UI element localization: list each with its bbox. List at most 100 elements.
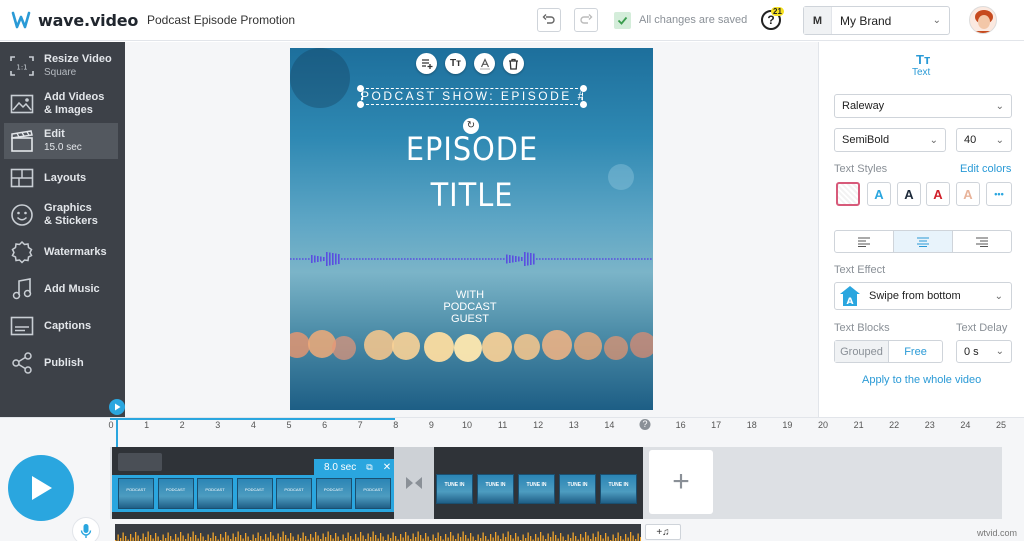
audio-waveform-bar	[477, 534, 479, 541]
waveform-bar	[479, 258, 481, 260]
clip-duration-badge[interactable]: 8.0 sec ⧉ ✕	[314, 459, 394, 475]
waveform-bar	[392, 258, 394, 260]
trash-icon[interactable]	[503, 53, 524, 74]
timeline-clip[interactable]: 8.0 sec ⧉ ✕ PODCAST PODCAST PODCAST PODCAST…	[112, 447, 394, 519]
align-left-button[interactable]	[835, 231, 894, 252]
playhead-handle[interactable]	[109, 399, 125, 415]
more-styles-button[interactable]: •••	[986, 182, 1012, 206]
audio-waveform-bar	[582, 537, 584, 541]
close-icon[interactable]: ✕	[383, 462, 391, 473]
style-none-button[interactable]	[836, 182, 860, 206]
transition-icon	[406, 477, 422, 489]
add-clip-button[interactable]: +	[649, 450, 713, 514]
audio-waveform-bar	[370, 537, 372, 541]
resize-handle[interactable]	[580, 85, 587, 92]
audio-waveform-bar	[542, 535, 544, 541]
font-family-select[interactable]: Raleway ⌄	[834, 94, 1012, 118]
logo[interactable]: wave.video	[10, 9, 138, 31]
style-dark-button[interactable]: A	[897, 182, 921, 206]
add-text-icon[interactable]	[416, 53, 437, 74]
sidebar-item-add-videos[interactable]: Add Videos & Images	[4, 86, 118, 122]
microphone-button[interactable]	[72, 517, 100, 541]
waveform-bar	[494, 258, 496, 260]
ruler-tick-label: 23	[924, 420, 935, 430]
add-music-button[interactable]: +♫	[645, 524, 681, 540]
waveform-bar	[644, 258, 646, 260]
text-tab-label[interactable]: Text	[912, 67, 930, 78]
waveform-bar	[329, 252, 331, 266]
waveform-bar	[416, 258, 418, 260]
text-delay-select[interactable]: 0 s ⌄	[956, 340, 1012, 363]
redo-button[interactable]	[574, 8, 598, 32]
waveform-bar	[464, 258, 466, 260]
thumbnail-caption: PODCAST	[363, 487, 383, 492]
audio-waveform-bar	[445, 534, 447, 541]
episode-title[interactable]: EPISODE TITLE	[392, 126, 552, 218]
project-title[interactable]: Podcast Episode Promotion	[147, 13, 295, 27]
waveform-bar	[509, 255, 511, 263]
audio-waveform-bar	[457, 533, 459, 541]
align-right-button[interactable]	[953, 231, 1011, 252]
free-option[interactable]: Free	[888, 341, 942, 362]
avatar[interactable]	[969, 6, 997, 34]
audio-waveform-bar	[632, 535, 634, 541]
time-ruler[interactable]: 0 1 2 3 4 5 6 7 8 9 10 11 12 13 14? 16 17 18 19 20 21 22 23 24 2…	[108, 418, 1024, 432]
text-color-icon[interactable]	[474, 53, 495, 74]
guest-text[interactable]: WITH PODCAST GUEST	[420, 289, 520, 325]
audio-waveform-bar	[585, 532, 587, 541]
sidebar-item-label: Add Music	[44, 282, 100, 295]
apply-whole-video-link[interactable]: Apply to the whole video	[862, 374, 981, 386]
style-blue-button[interactable]: A	[867, 182, 891, 206]
timeline-clip[interactable]: TUNE IN TUNE IN TUNE IN TUNE IN TUNE IN	[434, 447, 643, 519]
layouts-icon	[8, 166, 36, 190]
resize-handle[interactable]	[357, 85, 364, 92]
brand-select[interactable]: M My Brand ⌄	[803, 6, 950, 35]
audio-waveform-bar	[240, 535, 242, 541]
resize-handle[interactable]	[580, 101, 587, 108]
text-format-icon[interactable]: Tт	[445, 53, 466, 74]
edit-colors-link[interactable]: Edit colors	[960, 163, 1011, 175]
font-size-select[interactable]: 40 ⌄	[956, 128, 1012, 152]
brand-initial: M	[804, 7, 832, 34]
playhead[interactable]	[116, 418, 118, 448]
align-center-button[interactable]	[894, 231, 953, 252]
sidebar-item-captions[interactable]: Captions	[4, 308, 118, 344]
audio-waveform-bar	[375, 535, 377, 541]
play-button[interactable]	[8, 455, 74, 521]
undo-button[interactable]	[537, 8, 561, 32]
waveform-bar	[551, 258, 553, 260]
audio-waveform-bar	[620, 536, 622, 541]
sidebar-item-edit[interactable]: Edit 15.0 sec	[4, 123, 118, 159]
audio-waveform-bar	[122, 532, 124, 541]
brand-name: My Brand	[840, 13, 892, 28]
sidebar-item-label: Resize Video	[44, 53, 112, 65]
font-weight-select[interactable]: SemiBold ⌄	[834, 128, 946, 152]
waveform-bar	[302, 258, 304, 260]
waveform-bar	[584, 258, 586, 260]
align-right-icon	[976, 236, 988, 247]
audio-track[interactable]	[115, 524, 641, 541]
sidebar-item-layouts[interactable]: Layouts	[4, 160, 118, 196]
clip-options-icon[interactable]: ⧉	[366, 462, 372, 473]
style-red-button[interactable]: A	[926, 182, 950, 206]
sidebar-item-resize[interactable]: 1:1 Resize Video Square	[4, 48, 118, 84]
text-effect-select[interactable]: A Swipe from bottom ⌄	[834, 282, 1012, 310]
clip-thumbnail: PODCAST	[355, 478, 391, 509]
sidebar-item-graphics[interactable]: Graphics & Stickers	[4, 197, 118, 233]
sidebar-item-publish[interactable]: Publish	[4, 345, 118, 381]
transition-button[interactable]	[394, 447, 434, 519]
waveform-bar	[395, 258, 397, 260]
sidebar-item-watermarks[interactable]: Watermarks	[4, 234, 118, 270]
text-tab-icon[interactable]: Tт	[916, 52, 930, 67]
audio-waveform-bar	[507, 531, 509, 541]
waveform-bar	[434, 258, 436, 260]
grouped-option[interactable]: Grouped	[835, 341, 888, 362]
sidebar-item-add-music[interactable]: Add Music	[4, 271, 118, 307]
style-peach-button[interactable]: A	[956, 182, 980, 206]
guest-line: PODCAST	[443, 301, 497, 313]
clip-thumbnail: PODCAST	[315, 478, 352, 509]
bokeh	[608, 164, 634, 190]
resize-handle[interactable]	[357, 101, 364, 108]
waveform-bar	[590, 258, 592, 260]
text-selection-box[interactable]	[361, 88, 583, 105]
